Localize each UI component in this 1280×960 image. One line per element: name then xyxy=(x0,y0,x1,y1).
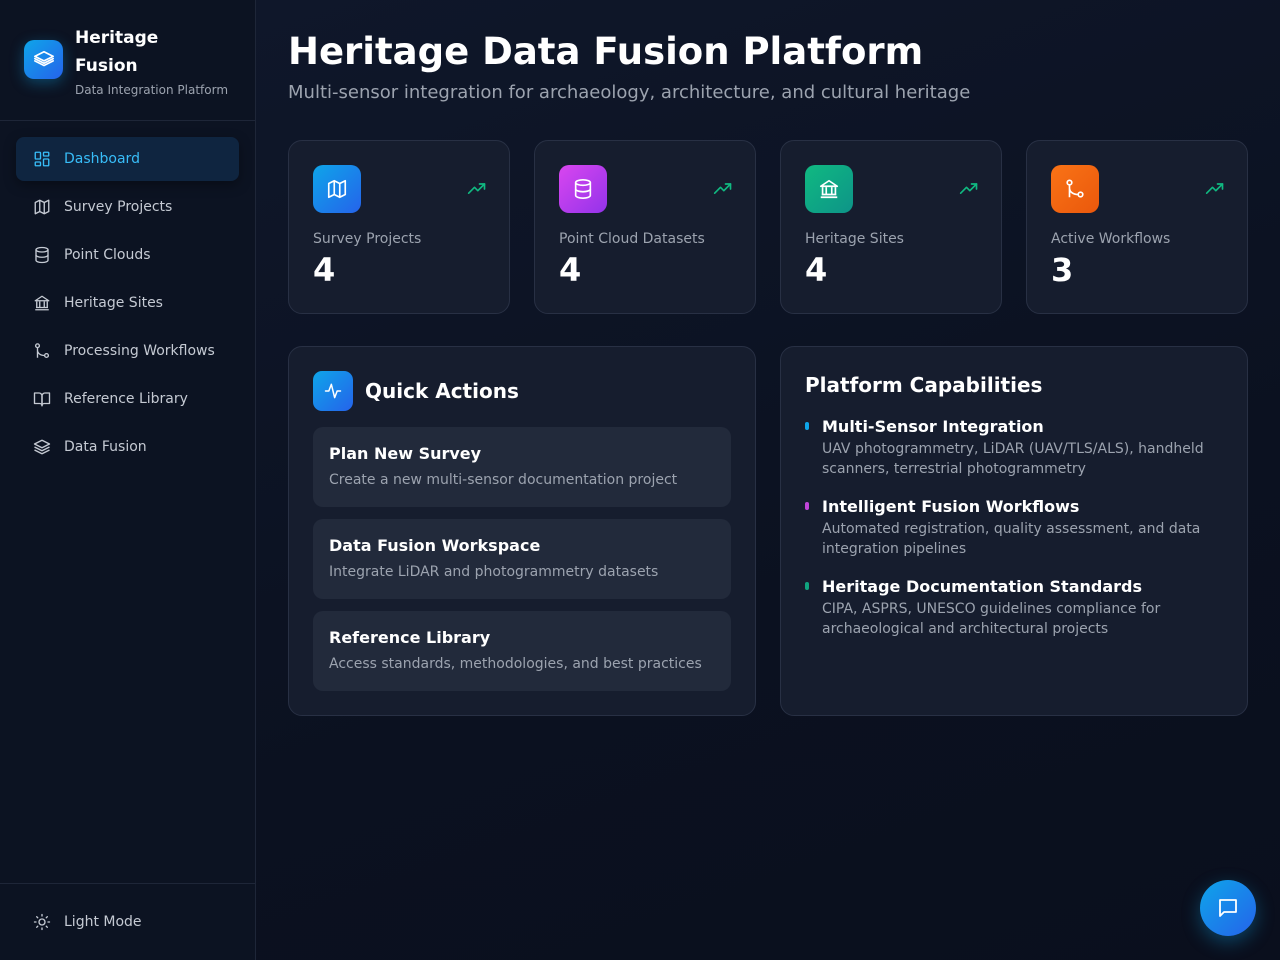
sidebar-item-survey-projects[interactable]: Survey Projects xyxy=(16,185,239,229)
sidebar-item-dashboard[interactable]: Dashboard xyxy=(16,137,239,181)
sidebar-item-processing-workflows[interactable]: Processing Workflows xyxy=(16,329,239,373)
capability-desc: UAV photogrammetry, LiDAR (UAV/TLS/ALS),… xyxy=(822,441,1204,477)
theme-toggle-button[interactable]: Light Mode xyxy=(0,883,255,960)
capability-desc: Automated registration, quality assessme… xyxy=(822,521,1201,557)
capability-name: Multi-Sensor Integration xyxy=(822,417,1044,436)
stat-label: Point Cloud Datasets xyxy=(559,231,705,247)
sidebar: Heritage Fusion Data Integration Platfor… xyxy=(0,0,256,960)
brand-subtitle: Data Integration Platform xyxy=(75,83,229,97)
sidebar-item-point-clouds[interactable]: Point Clouds xyxy=(16,233,239,277)
reference-library-button[interactable]: Reference Library Access standards, meth… xyxy=(313,611,731,691)
stat-label: Active Workflows xyxy=(1051,231,1171,247)
bullet-dot xyxy=(805,422,809,430)
layers-icon xyxy=(24,40,63,79)
dashboard-grid-icon xyxy=(32,149,52,169)
sidebar-item-data-fusion[interactable]: Data Fusion xyxy=(16,425,239,469)
quick-action-desc: Create a new multi-sensor documentation … xyxy=(329,472,678,488)
stat-value: 4 xyxy=(805,251,828,289)
trending-up-icon xyxy=(1205,183,1224,195)
theme-toggle-label: Light Mode xyxy=(64,914,142,930)
quick-action-desc: Integrate LiDAR and photogrammetry datas… xyxy=(329,564,659,580)
capability-desc: CIPA, ASPRS, UNESCO guidelines complianc… xyxy=(822,601,1161,637)
sidebar-item-heritage-sites[interactable]: Heritage Sites xyxy=(16,281,239,325)
sidebar-item-label: Reference Library xyxy=(64,391,188,407)
platform-capabilities-panel: Platform Capabilities Multi-Sensor Integ… xyxy=(780,346,1248,716)
sidebar-item-reference-library[interactable]: Reference Library xyxy=(16,377,239,421)
capability-item: Heritage Documentation Standards CIPA, A… xyxy=(805,577,1215,639)
page-title: Heritage Data Fusion Platform xyxy=(288,30,924,73)
stat-value: 4 xyxy=(313,251,336,289)
capabilities-title: Platform Capabilities xyxy=(805,373,1043,397)
chat-button[interactable] xyxy=(1200,880,1256,936)
stat-label: Heritage Sites xyxy=(805,231,904,247)
sidebar-item-label: Survey Projects xyxy=(64,199,173,215)
data-fusion-workspace-button[interactable]: Data Fusion Workspace Integrate LiDAR an… xyxy=(313,519,731,599)
map-icon xyxy=(32,197,52,217)
sun-icon xyxy=(32,912,52,932)
capability-name: Heritage Documentation Standards xyxy=(822,577,1143,596)
trending-up-icon xyxy=(467,183,486,195)
page-subtitle: Multi-sensor integration for archaeology… xyxy=(288,82,971,103)
layers-icon xyxy=(32,437,52,457)
brand-title: Heritage Fusion xyxy=(75,28,159,76)
stat-value: 4 xyxy=(559,251,582,289)
quick-action-title: Data Fusion Workspace xyxy=(329,536,541,555)
database-icon xyxy=(559,165,607,213)
capability-item: Multi-Sensor Integration UAV photogramme… xyxy=(805,417,1215,479)
message-square-icon xyxy=(1219,899,1237,917)
capability-name: Intelligent Fusion Workflows xyxy=(822,497,1080,516)
sidebar-item-label: Point Clouds xyxy=(64,247,151,263)
bullet-dot xyxy=(805,582,809,590)
sidebar-item-label: Processing Workflows xyxy=(64,343,215,359)
stat-card-active-workflows[interactable]: Active Workflows 3 xyxy=(1026,140,1248,314)
trending-up-icon xyxy=(959,183,978,195)
stat-card-survey-projects[interactable]: Survey Projects 4 xyxy=(288,140,510,314)
landmark-icon xyxy=(32,293,52,313)
git-branch-icon xyxy=(1051,165,1099,213)
trending-up-icon xyxy=(713,183,732,195)
quick-action-title: Reference Library xyxy=(329,628,491,647)
sidebar-item-label: Dashboard xyxy=(64,151,140,167)
git-branch-icon xyxy=(32,341,52,361)
quick-actions-title: Quick Actions xyxy=(365,379,519,403)
sidebar-item-label: Heritage Sites xyxy=(64,295,163,311)
stat-card-point-cloud-datasets[interactable]: Point Cloud Datasets 4 xyxy=(534,140,756,314)
sidebar-item-label: Data Fusion xyxy=(64,439,147,455)
quick-action-desc: Access standards, methodologies, and bes… xyxy=(329,656,702,672)
brand: Heritage Fusion Data Integration Platfor… xyxy=(0,0,255,121)
bullet-dot xyxy=(805,502,809,510)
map-icon xyxy=(313,165,361,213)
stat-card-heritage-sites[interactable]: Heritage Sites 4 xyxy=(780,140,1002,314)
stat-label: Survey Projects xyxy=(313,231,422,247)
activity-icon xyxy=(313,371,353,411)
database-icon xyxy=(32,245,52,265)
book-open-icon xyxy=(32,389,52,409)
quick-action-title: Plan New Survey xyxy=(329,444,482,463)
sidebar-nav: Dashboard Survey Projects Point Clouds H… xyxy=(0,121,255,469)
plan-new-survey-button[interactable]: Plan New Survey Create a new multi-senso… xyxy=(313,427,731,507)
main-content: Heritage Data Fusion Platform Multi-sens… xyxy=(256,0,1280,960)
capability-item: Intelligent Fusion Workflows Automated r… xyxy=(805,497,1215,559)
quick-actions-panel: Quick Actions Plan New Survey Create a n… xyxy=(288,346,756,716)
landmark-icon xyxy=(805,165,853,213)
stat-value: 3 xyxy=(1051,251,1074,289)
